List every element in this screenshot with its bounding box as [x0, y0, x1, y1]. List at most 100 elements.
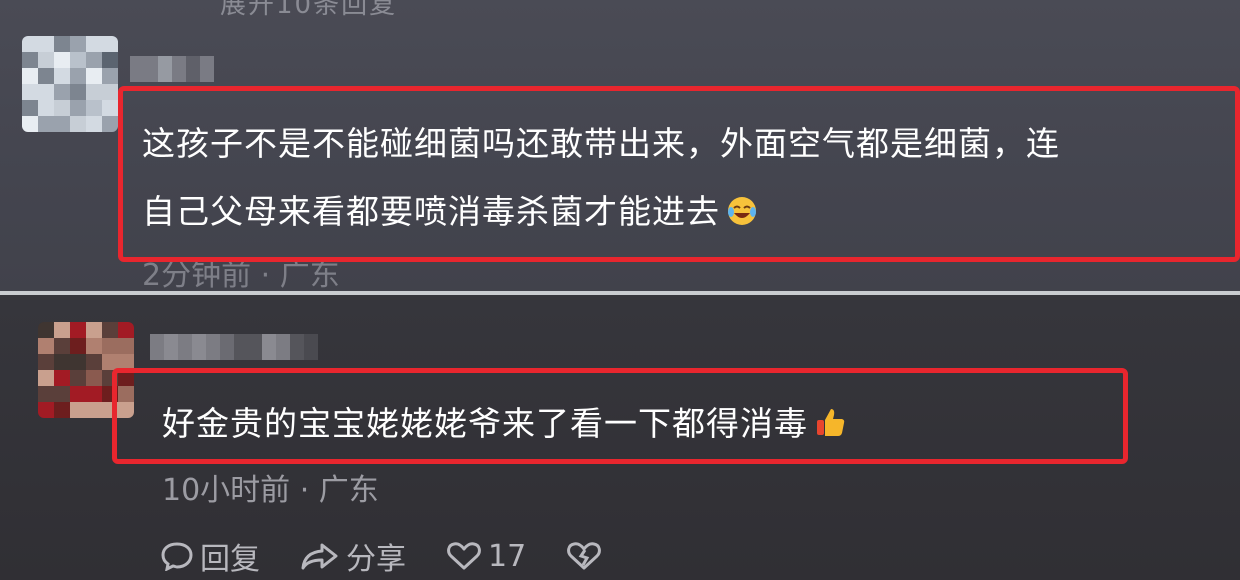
mosaic-cell — [38, 402, 54, 418]
mosaic-cell — [22, 36, 38, 52]
mosaic-cell — [54, 322, 70, 338]
crying-laughing-emoji-icon — [726, 182, 758, 250]
mosaic-cell — [54, 338, 70, 354]
broken-heart-icon — [567, 542, 602, 570]
mosaic-cell — [86, 386, 102, 402]
mosaic-cell — [70, 36, 86, 52]
mosaic-cell — [304, 334, 318, 360]
mosaic-cell — [54, 52, 70, 68]
mosaic-cell — [164, 334, 178, 360]
mosaic-cell — [102, 36, 118, 52]
avatar[interactable] — [22, 36, 118, 132]
mosaic-cell — [70, 338, 86, 354]
mosaic-cell — [70, 402, 86, 418]
mosaic-cell — [86, 100, 102, 116]
mosaic-cell — [102, 68, 118, 84]
comment-line-2: 自己父母来看都要喷消毒杀菌才能进去 — [142, 192, 720, 231]
comment-line: 好金贵的宝宝姥姥姥爷来了看一下都得消毒 — [162, 404, 808, 443]
mosaic-cell — [22, 52, 38, 68]
mosaic-cell — [38, 322, 54, 338]
mosaic-cell — [86, 68, 102, 84]
mosaic-cell — [70, 84, 86, 100]
mosaic-cell — [118, 322, 134, 338]
mosaic-cell — [54, 386, 70, 402]
mosaic-cell — [38, 36, 54, 52]
mosaic-cell — [86, 402, 102, 418]
mosaic-cell — [54, 68, 70, 84]
mosaic-cell — [70, 386, 86, 402]
comment-line-1: 这孩子不是不能碰细菌吗还敢带出来，外面空气都是细菌，连 — [142, 124, 1060, 163]
mosaic-cell — [262, 334, 276, 360]
mosaic-cell — [200, 56, 214, 82]
mosaic-cell — [38, 354, 54, 370]
mosaic-cell — [276, 334, 290, 360]
share-button[interactable]: 分享 — [300, 534, 406, 578]
mosaic-cell — [130, 56, 144, 82]
mosaic-cell — [70, 322, 86, 338]
mosaic-cell — [102, 322, 118, 338]
mosaic-cell — [102, 84, 118, 100]
like-count: 17 — [488, 538, 527, 574]
like-button[interactable]: 17 — [446, 539, 526, 574]
mosaic-cell — [38, 84, 54, 100]
mosaic-cell — [54, 100, 70, 116]
username-blurred[interactable] — [130, 56, 214, 82]
mosaic-cell — [38, 386, 54, 402]
mosaic-cell — [22, 116, 38, 132]
share-icon — [301, 543, 338, 570]
mosaic-cell — [70, 68, 86, 84]
mosaic-cell — [102, 52, 118, 68]
mosaic-cell — [86, 36, 102, 52]
mosaic-cell — [54, 402, 70, 418]
mosaic-cell — [22, 100, 38, 116]
mosaic-cell — [248, 334, 262, 360]
mosaic-cell — [206, 334, 220, 360]
mosaic-cell — [70, 116, 86, 132]
mosaic-cell — [38, 100, 54, 116]
mosaic-cell — [70, 52, 86, 68]
mosaic-cell — [22, 84, 38, 100]
mosaic-cell — [150, 334, 164, 360]
mosaic-cell — [118, 386, 134, 402]
mosaic-cell — [102, 338, 118, 354]
mosaic-cell — [38, 68, 54, 84]
mosaic-cell — [102, 354, 118, 370]
mosaic-cell — [234, 334, 248, 360]
share-label: 分享 — [346, 542, 406, 577]
comment-meta: 2分钟前 · 广东 — [142, 258, 340, 292]
mosaic-cell — [178, 334, 192, 360]
mosaic-cell — [186, 56, 200, 82]
mosaic-cell — [38, 116, 54, 132]
mosaic-cell — [54, 116, 70, 132]
mosaic-cell — [192, 334, 206, 360]
avatar[interactable] — [38, 322, 134, 418]
comment-panel-top: 展开10条回复 这孩子不是不能碰细菌吗还敢带出来，外面空气都是细菌，连 自己父母… — [0, 0, 1240, 292]
mosaic-cell — [54, 84, 70, 100]
mosaic-cell — [118, 338, 134, 354]
comment-meta: 10小时前 · 广东 — [162, 473, 379, 508]
username-blurred[interactable] — [150, 334, 318, 360]
mosaic-cell — [172, 56, 186, 82]
heart-icon — [447, 542, 481, 570]
mosaic-cell — [102, 116, 118, 132]
dislike-button[interactable] — [566, 541, 608, 571]
mosaic-cell — [118, 402, 134, 418]
mosaic-cell — [86, 52, 102, 68]
mosaic-cell — [86, 116, 102, 132]
mosaic-cell — [102, 100, 118, 116]
comment-text: 好金贵的宝宝姥姥姥爷来了看一下都得消毒 — [162, 390, 1162, 462]
mosaic-cell — [86, 370, 102, 386]
mosaic-cell — [220, 334, 234, 360]
mosaic-cell — [102, 386, 118, 402]
mosaic-cell — [118, 354, 134, 370]
mosaic-cell — [290, 334, 304, 360]
mosaic-cell — [144, 56, 158, 82]
mosaic-cell — [102, 402, 118, 418]
expand-replies-text[interactable]: 展开10条回复 — [220, 0, 397, 21]
comment-actions: 回复 分享 17 — [160, 532, 648, 580]
mosaic-cell — [86, 84, 102, 100]
mosaic-cell — [38, 338, 54, 354]
mosaic-cell — [54, 354, 70, 370]
reply-button[interactable]: 回复 — [160, 534, 260, 578]
reply-icon — [161, 542, 193, 571]
